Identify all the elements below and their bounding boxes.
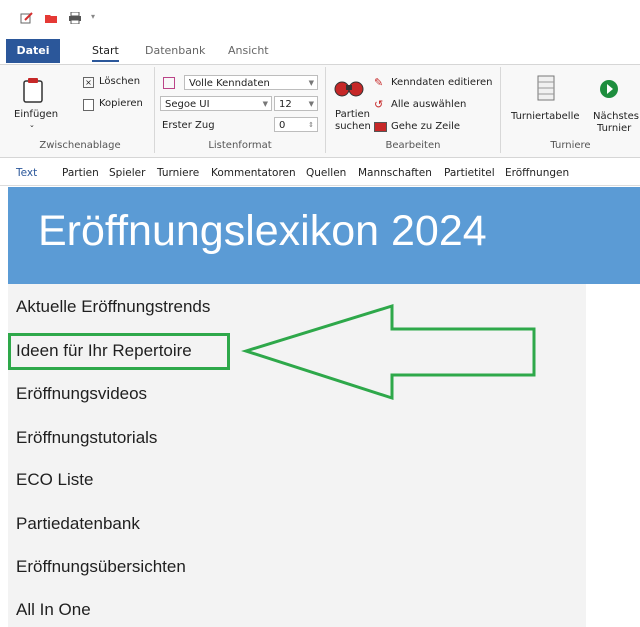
pointer-arrow: [241, 303, 536, 401]
